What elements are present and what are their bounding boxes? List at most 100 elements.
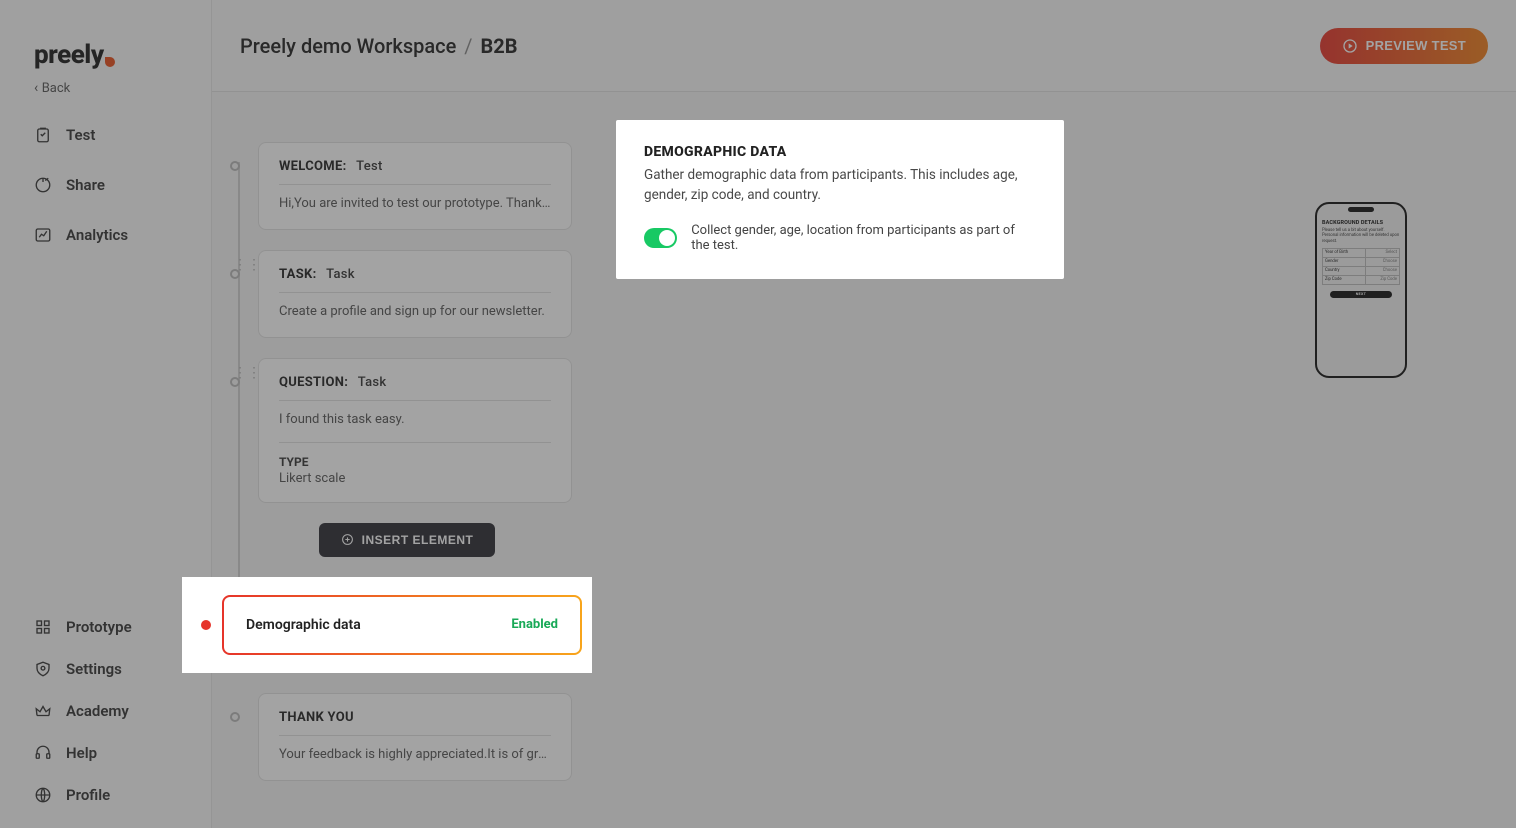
phone-row-label: Gender xyxy=(1323,257,1366,266)
timeline-dot xyxy=(230,712,240,722)
drag-handle-icon[interactable]: ⋮⋮ xyxy=(233,369,261,377)
step-type-label: TYPE xyxy=(279,455,551,469)
nav-item-share[interactable]: Share xyxy=(34,176,195,194)
steps-column: WELCOME: Test Hi,You are invited to test… xyxy=(212,92,596,828)
nav-top-group: Test Share Analytics xyxy=(34,126,195,244)
phone-desc: Please tell us a bit about yourself. Per… xyxy=(1322,228,1400,244)
collect-toggle[interactable] xyxy=(644,228,677,248)
nav-item-settings[interactable]: Settings xyxy=(34,660,195,678)
breadcrumb: Preely demo Workspace / B2B xyxy=(240,34,518,58)
detail-description: Gather demographic data from participant… xyxy=(644,166,1036,205)
highlight-demographic: Demographic data Enabled xyxy=(212,577,582,673)
phone-row-label: Country xyxy=(1323,266,1366,275)
grid-icon xyxy=(34,618,52,636)
phone-row: GenderChoose xyxy=(1323,257,1400,266)
nav-label: Share xyxy=(66,176,105,194)
sidebar: preely Back Test Share Analytics Prototy… xyxy=(0,0,212,828)
phone-row-value: Choose xyxy=(1366,266,1400,275)
step-body: Create a profile and sign up for our new… xyxy=(279,293,551,321)
nav-item-profile[interactable]: Profile xyxy=(34,786,195,804)
phone-row-label: Year of Birth xyxy=(1323,248,1366,257)
back-label: Back xyxy=(42,81,71,96)
insert-label: INSERT ELEMENT xyxy=(362,533,474,547)
brand-logo: preely xyxy=(34,40,195,70)
phone-row-value: Select xyxy=(1366,248,1400,257)
phone-preview: BACKGROUND DETAILS Please tell us a bit … xyxy=(1315,202,1407,378)
step-value: Task xyxy=(358,375,387,390)
clipboard-icon xyxy=(34,126,52,144)
collect-toggle-label: Collect gender, age, location from parti… xyxy=(691,223,1036,253)
step-body: Hi,You are invited to test our prototype… xyxy=(279,185,551,213)
step-title: TASK: Task xyxy=(279,267,551,293)
detail-heading: DEMOGRAPHIC DATA xyxy=(644,144,1036,160)
back-link[interactable]: Back xyxy=(34,80,195,96)
step-type-value: Likert scale xyxy=(279,471,551,486)
breadcrumb-sep: / xyxy=(464,34,472,58)
nav-label: Test xyxy=(66,126,95,144)
plus-circle-icon xyxy=(341,533,354,546)
phone-row: Zip CodeZip Code xyxy=(1323,275,1400,284)
topbar: Preely demo Workspace / B2B PREVIEW TEST xyxy=(212,0,1516,92)
drag-handle-icon[interactable]: ⋮⋮ xyxy=(233,261,261,269)
breadcrumb-workspace[interactable]: Preely demo Workspace xyxy=(240,34,456,58)
step-card-task[interactable]: ⋮⋮ TASK: Task Create a profile and sign … xyxy=(258,250,572,338)
nav-bottom-group: Prototype Settings Academy Help Profile xyxy=(34,618,195,804)
step-card-demographic[interactable]: Demographic data Enabled xyxy=(222,595,582,655)
brand-dot-icon xyxy=(105,57,115,67)
nav-item-help[interactable]: Help xyxy=(34,744,195,762)
phone-notch-icon xyxy=(1348,207,1374,212)
phone-row: Year of BirthSelect xyxy=(1323,248,1400,257)
phone-next-button: NEXT xyxy=(1330,291,1392,298)
chart-icon xyxy=(34,226,52,244)
phone-row-value: Choose xyxy=(1366,257,1400,266)
highlight-detail: DEMOGRAPHIC DATA Gather demographic data… xyxy=(616,120,1064,279)
brand-text: preely xyxy=(34,40,104,70)
step-value: Task xyxy=(326,267,355,282)
step-card-welcome[interactable]: WELCOME: Test Hi,You are invited to test… xyxy=(258,142,572,230)
step-value: Test xyxy=(356,159,383,174)
phone-row: CountryChoose xyxy=(1323,266,1400,275)
nav-item-prototype[interactable]: Prototype xyxy=(34,618,195,636)
phone-preview-column: BACKGROUND DETAILS Please tell us a bit … xyxy=(1206,92,1516,828)
step-title: THANK YOU xyxy=(279,710,551,736)
breadcrumb-current: B2B xyxy=(481,34,518,58)
step-card-thankyou[interactable]: THANK YOU Your feedback is highly apprec… xyxy=(258,693,572,781)
phone-row-value: Zip Code xyxy=(1366,275,1400,284)
step-label: THANK YOU xyxy=(279,710,354,725)
step-title: QUESTION: Task xyxy=(279,375,551,401)
preview-label: PREVIEW TEST xyxy=(1366,38,1466,53)
headset-icon xyxy=(34,744,52,762)
nav-label: Academy xyxy=(66,702,129,720)
nav-label: Analytics xyxy=(66,226,128,244)
preview-test-button[interactable]: PREVIEW TEST xyxy=(1320,28,1488,64)
nav-item-analytics[interactable]: Analytics xyxy=(34,226,195,244)
nav-label: Help xyxy=(66,744,97,762)
demographic-status: Enabled xyxy=(511,617,558,632)
timeline-dot-active xyxy=(201,620,211,630)
nav-item-academy[interactable]: Academy xyxy=(34,702,195,720)
nav-label: Prototype xyxy=(66,618,132,636)
step-body: I found this task easy. xyxy=(279,401,551,442)
nav-label: Settings xyxy=(66,660,122,678)
step-card-demographic-wrap: Demographic data Enabled xyxy=(182,577,592,673)
step-title: WELCOME: Test xyxy=(279,159,551,185)
play-circle-icon xyxy=(1342,38,1358,54)
demographic-detail-card: DEMOGRAPHIC DATA Gather demographic data… xyxy=(616,120,1064,279)
nav-item-test[interactable]: Test xyxy=(34,126,195,144)
step-label: TASK: xyxy=(279,267,317,282)
timeline-dot xyxy=(230,161,240,171)
phone-form-table: Year of BirthSelect GenderChoose Country… xyxy=(1322,248,1400,285)
phone-row-label: Zip Code xyxy=(1323,275,1366,284)
step-card-question[interactable]: ⋮⋮ QUESTION: Task I found this task easy… xyxy=(258,358,572,502)
share-icon xyxy=(34,176,52,194)
crown-icon xyxy=(34,702,52,720)
insert-element-button[interactable]: INSERT ELEMENT xyxy=(319,523,496,557)
phone-title: BACKGROUND DETAILS xyxy=(1322,220,1400,226)
globe-icon xyxy=(34,786,52,804)
demographic-title: Demographic data xyxy=(246,617,361,633)
step-body: Your feedback is highly appreciated.It i… xyxy=(279,736,551,764)
timeline-line xyxy=(238,162,240,648)
shield-icon xyxy=(34,660,52,678)
step-label: QUESTION: xyxy=(279,375,348,390)
nav-label: Profile xyxy=(66,786,110,804)
